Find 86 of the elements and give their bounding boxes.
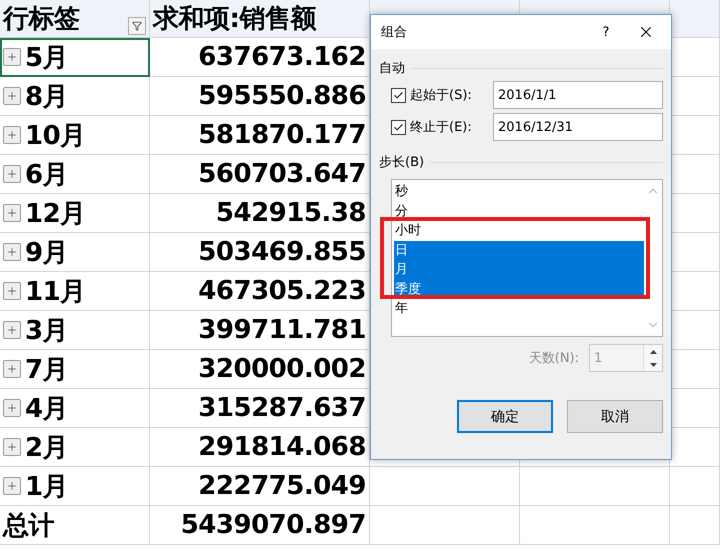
- list-item[interactable]: 秒: [394, 182, 644, 202]
- help-button[interactable]: ?: [591, 24, 621, 40]
- check-icon: [393, 122, 404, 132]
- plus-icon: [6, 207, 18, 219]
- empty-cell: [670, 194, 720, 233]
- field-label: 终止于(E):: [410, 119, 472, 136]
- row-label-cell[interactable]: 1月: [0, 467, 150, 506]
- row-label-cell[interactable]: 6月: [0, 155, 150, 194]
- value-cell: 581870.177: [150, 116, 370, 155]
- expand-icon[interactable]: [3, 438, 21, 456]
- expand-icon[interactable]: [3, 477, 21, 495]
- empty-cell: [670, 233, 720, 272]
- row-label-cell[interactable]: 10月: [0, 116, 150, 155]
- plus-icon: [6, 363, 18, 375]
- dialog-button[interactable]: 确定: [457, 400, 553, 433]
- dialog-button[interactable]: 取消: [567, 400, 663, 433]
- plus-icon: [6, 90, 18, 102]
- expand-icon[interactable]: [3, 48, 21, 66]
- plus-icon: [6, 441, 18, 453]
- row-label-cell[interactable]: 12月: [0, 194, 150, 233]
- date-field[interactable]: 2016/12/31: [493, 113, 663, 141]
- value-cell: 560703.647: [150, 155, 370, 194]
- list-item[interactable]: 月: [394, 260, 644, 280]
- up-arrow-icon: [650, 350, 656, 354]
- empty-cell: [670, 116, 720, 155]
- expand-icon[interactable]: [3, 126, 21, 144]
- row-label-cell[interactable]: 8月: [0, 77, 150, 116]
- empty-cell: [670, 272, 720, 311]
- total-value-cell: 5439070.897: [150, 506, 370, 545]
- row-label-cell[interactable]: 7月: [0, 350, 150, 389]
- row-label-cell[interactable]: 9月: [0, 233, 150, 272]
- value-cell: 399711.781: [150, 311, 370, 350]
- empty-cell: [670, 311, 720, 350]
- filter-icon: [132, 20, 142, 30]
- expand-icon[interactable]: [3, 87, 21, 105]
- field-label: 天数(N):: [528, 350, 579, 367]
- value-cell: 542915.38: [150, 194, 370, 233]
- empty-cell: [670, 389, 720, 428]
- total-label-cell: 总计: [0, 506, 150, 545]
- field-label: 起始于(S):: [410, 87, 472, 104]
- section-label: 步长(B): [379, 154, 424, 171]
- value-cell: 595550.886: [150, 77, 370, 116]
- row-label-cell[interactable]: 5月: [0, 38, 150, 77]
- plus-icon: [6, 480, 18, 492]
- value-cell: 467305.223: [150, 272, 370, 311]
- section-label: 自动: [379, 60, 405, 77]
- value-cell: 291814.068: [150, 428, 370, 467]
- value-cell: 222775.049: [150, 467, 370, 506]
- plus-icon: [6, 129, 18, 141]
- empty-cell: [670, 350, 720, 389]
- empty-cell: [670, 155, 720, 194]
- plus-icon: [6, 246, 18, 258]
- empty-cell: [670, 77, 720, 116]
- value-cell: 315287.637: [150, 389, 370, 428]
- expand-icon[interactable]: [3, 204, 21, 222]
- dialog-title: 组合: [381, 24, 407, 41]
- header-cell: 求和项:销售额: [150, 0, 370, 38]
- list-item[interactable]: 日: [394, 240, 644, 260]
- expand-icon[interactable]: [3, 321, 21, 339]
- filter-button[interactable]: [128, 16, 146, 34]
- list-item[interactable]: 年: [394, 299, 644, 318]
- expand-icon[interactable]: [3, 282, 21, 300]
- expand-icon[interactable]: [3, 165, 21, 183]
- expand-icon[interactable]: [3, 360, 21, 378]
- header-cell: 行标签: [0, 0, 150, 38]
- list-item[interactable]: 小时: [394, 221, 644, 240]
- plus-icon: [6, 324, 18, 336]
- row-label-cell[interactable]: 3月: [0, 311, 150, 350]
- checkbox[interactable]: [391, 88, 406, 102]
- value-cell: 320000.002: [150, 350, 370, 389]
- expand-icon[interactable]: [3, 399, 21, 417]
- plus-icon: [6, 402, 18, 414]
- value-cell: 637673.162: [150, 38, 370, 77]
- row-label-cell[interactable]: 4月: [0, 389, 150, 428]
- expand-icon[interactable]: [3, 243, 21, 261]
- list-item[interactable]: 分: [394, 202, 644, 221]
- plus-icon: [6, 285, 18, 297]
- row-label-cell[interactable]: 11月: [0, 272, 150, 311]
- checkbox[interactable]: [391, 120, 406, 134]
- row-label-cell[interactable]: 2月: [0, 428, 150, 467]
- date-field[interactable]: 2016/1/1: [493, 81, 663, 109]
- down-arrow-icon: [650, 362, 656, 366]
- plus-icon: [6, 168, 18, 180]
- check-icon: [393, 90, 404, 100]
- plus-icon: [6, 51, 18, 63]
- value-cell: 503469.855: [150, 233, 370, 272]
